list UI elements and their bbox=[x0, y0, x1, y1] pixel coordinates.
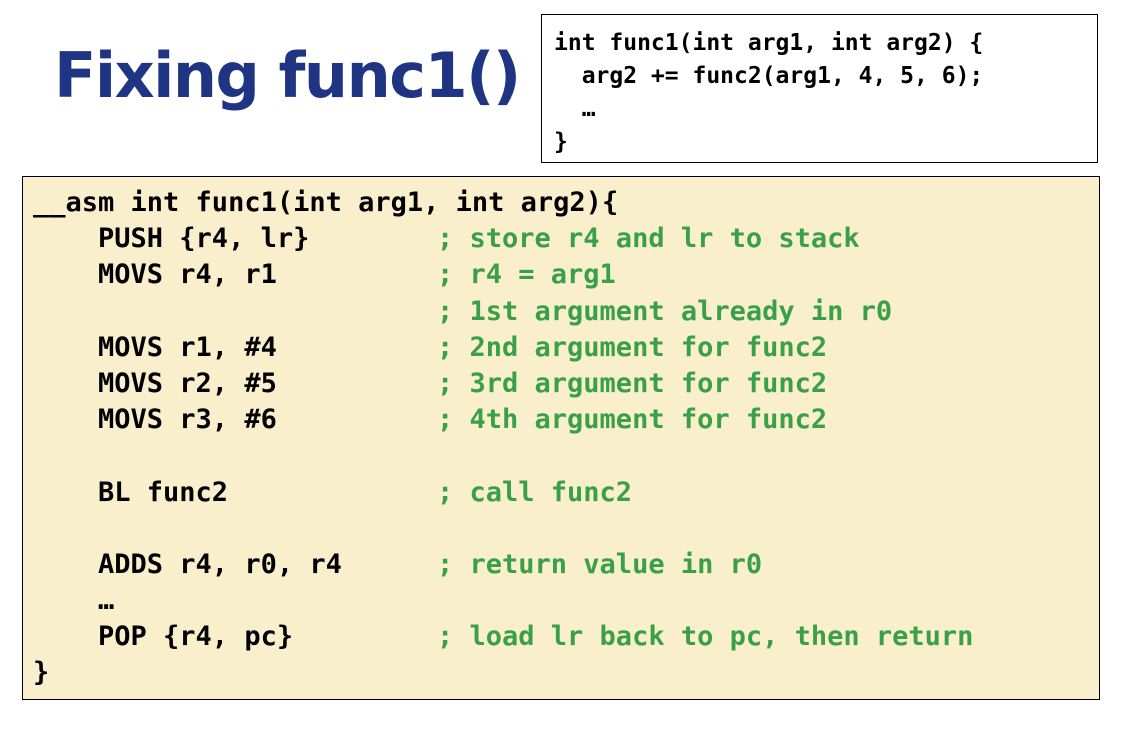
asm-line: MOVS r4, r1 ; r4 = arg1 bbox=[33, 257, 1099, 293]
c-code-line: int func1(int arg1, int arg2) { bbox=[554, 30, 984, 56]
asm-instruction: ADDS r4, r0, r4 bbox=[33, 548, 342, 580]
asm-line: PUSH {r4, lr} ; store r4 and lr to stack bbox=[33, 221, 1099, 257]
asm-instruction: … bbox=[33, 585, 115, 617]
asm-instruction bbox=[33, 294, 437, 330]
asm-instruction bbox=[33, 438, 437, 474]
c-code-line: } bbox=[554, 129, 568, 155]
asm-instruction: MOVS r4, r1 bbox=[33, 259, 277, 291]
asm-code-text: } bbox=[33, 657, 50, 689]
asm-comment: ; return value in r0 bbox=[437, 548, 763, 580]
asm-comment: ; load lr back to pc, then return bbox=[437, 621, 974, 653]
asm-instruction: PUSH {r4, lr} bbox=[33, 223, 310, 255]
asm-line: POP {r4, pc} ; load lr back to pc, then … bbox=[33, 619, 1099, 655]
asm-header-line: __asm int func1(int arg1, int arg2){ bbox=[33, 185, 1099, 221]
asm-comment: ; r4 = arg1 bbox=[437, 259, 616, 291]
asm-comment: ; 2nd argument for func2 bbox=[437, 331, 828, 363]
asm-instruction bbox=[33, 511, 437, 547]
asm-line: … bbox=[33, 583, 1099, 619]
asm-comment: ; call func2 bbox=[437, 476, 633, 508]
c-code-box: int func1(int arg1, int arg2) { arg2 += … bbox=[541, 14, 1098, 163]
asm-line: MOVS r1, #4 ; 2nd argument for func2 bbox=[33, 330, 1099, 366]
c-code-line: arg2 += func2(arg1, 4, 5, 6); bbox=[554, 63, 984, 89]
asm-comment: ; 4th argument for func2 bbox=[437, 404, 828, 436]
asm-code-text: __asm int func1(int arg1, int arg2){ bbox=[33, 187, 619, 218]
asm-instruction: POP {r4, pc} bbox=[33, 621, 294, 653]
asm-line: BL func2 ; call func2 bbox=[33, 475, 1099, 511]
asm-line bbox=[33, 438, 1099, 474]
asm-instruction: BL func2 bbox=[33, 476, 229, 508]
asm-comment: ; store r4 and lr to stack bbox=[437, 223, 860, 255]
asm-code-box: __asm int func1(int arg1, int arg2){ PUS… bbox=[22, 176, 1100, 700]
asm-instruction: MOVS r2, #5 bbox=[33, 367, 277, 399]
asm-comment: ; 3rd argument for func2 bbox=[437, 367, 828, 399]
asm-footer-line: } bbox=[33, 655, 1099, 691]
asm-line: ADDS r4, r0, r4 ; return value in r0 bbox=[33, 547, 1099, 583]
asm-line: ; 1st argument already in r0 bbox=[33, 294, 1099, 330]
asm-line: MOVS r3, #6 ; 4th argument for func2 bbox=[33, 402, 1099, 438]
asm-line bbox=[33, 511, 1099, 547]
slide-title: Fixing func1() bbox=[54, 39, 521, 112]
asm-instruction: MOVS r1, #4 bbox=[33, 331, 277, 363]
asm-instruction: MOVS r3, #6 bbox=[33, 404, 277, 436]
asm-line: MOVS r2, #5 ; 3rd argument for func2 bbox=[33, 366, 1099, 402]
asm-comment: ; 1st argument already in r0 bbox=[437, 295, 893, 327]
c-code-line: … bbox=[554, 96, 596, 122]
